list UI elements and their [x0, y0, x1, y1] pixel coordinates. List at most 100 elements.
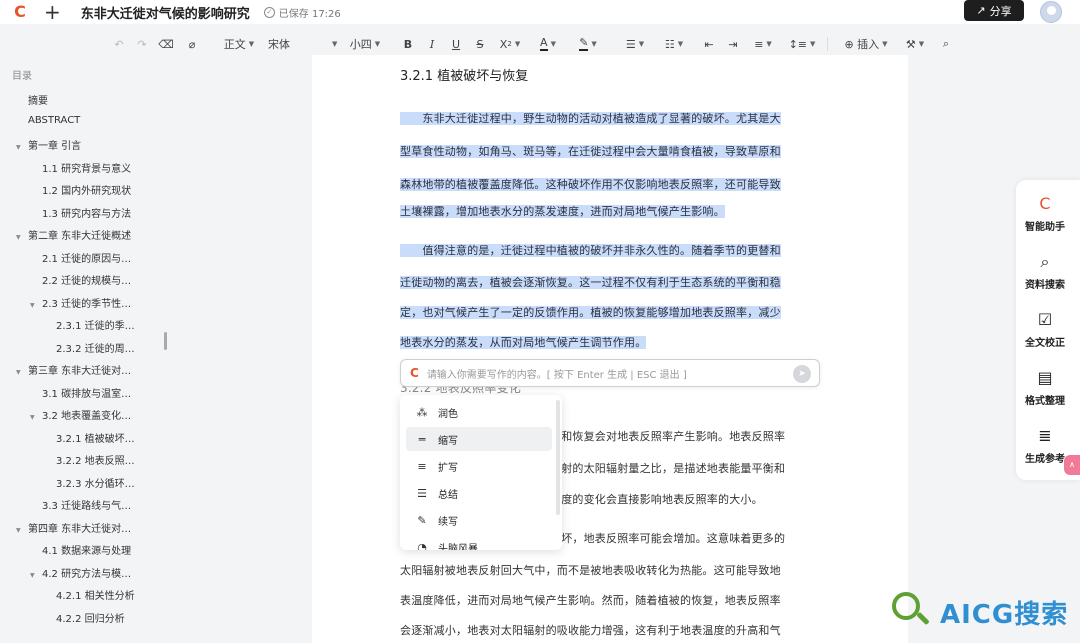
strikethrough-icon[interactable]: S — [473, 33, 487, 55]
undo-icon[interactable]: ↶ — [112, 33, 126, 55]
numbered-list-icon[interactable]: ☷ ▼ — [660, 33, 688, 55]
toolbar-divider — [827, 33, 828, 55]
chevron-down-icon: ▼ — [882, 40, 888, 48]
bold-icon[interactable]: B — [401, 33, 415, 55]
toc-item[interactable]: ▼ 第三章 东非大迁徙对… — [16, 362, 156, 380]
chevron-down-icon: ▼ — [591, 40, 597, 48]
section-heading: 3.2.1 植被破坏与恢复 — [400, 69, 529, 84]
assistant-tool-button[interactable]: C 智能助手 — [1016, 194, 1074, 233]
avatar[interactable] — [1040, 1, 1062, 23]
align-icon[interactable]: ≡ ▼ — [749, 33, 777, 55]
chevron-down-icon: ▼ — [677, 40, 684, 48]
toc-item[interactable]: 3.2.1 植被破坏… — [56, 430, 196, 448]
paragraph-line: 值得注意的是，迁徙过程中植被的破坏并非永久性的。随着季节的更替和 — [400, 244, 781, 257]
toc-item[interactable]: ▼ 第四章 东非大迁徙对… — [16, 520, 156, 538]
toc-item-label: 3.3 迁徙路线与气… — [42, 501, 132, 512]
share-button[interactable]: ↗ 分享 — [964, 0, 1024, 21]
ai-command-item[interactable]: ☰ 总结 — [406, 481, 552, 505]
chevron-down-icon[interactable]: ▼ — [30, 414, 38, 421]
toc-item[interactable]: 4.2.1 相关性分析 — [56, 587, 196, 605]
tools-icon[interactable]: ⚒ ▼ — [901, 33, 929, 55]
chevron-down-icon[interactable]: ▼ — [30, 572, 38, 579]
toc-item-label: 3.1 碳排放与温室… — [42, 388, 132, 400]
highlight-icon[interactable]: ✎ ▼ — [574, 33, 602, 55]
toc-item[interactable]: 1.2 国内外研究现状 — [42, 182, 182, 200]
toc-item[interactable]: ▼ 4.2 研究方法与模… — [30, 565, 170, 583]
font-color-icon[interactable]: A ▼ — [535, 33, 561, 55]
font-size-select[interactable]: 小四 ▼ — [344, 33, 386, 55]
toc-item[interactable]: 3.3 迁徙路线与气… — [42, 497, 182, 515]
toc-item-label: 4.2.2 回归分析 — [56, 613, 125, 625]
ai-command-item[interactable]: ◔ 头脑风暴 — [406, 535, 552, 551]
outdent-icon[interactable]: ⇤ — [702, 33, 716, 55]
bullet-list-icon[interactable]: ☰ ▼ — [622, 33, 648, 55]
toc-item-label: 第四章 东非大迁徙对… — [28, 523, 132, 535]
paragraph-line: 照度的变化会直接影响地表反照率的大小。 — [550, 493, 763, 506]
toc-item[interactable]: 4.1 数据来源与处理 — [42, 542, 182, 560]
find-replace-icon[interactable]: ⌕ — [938, 33, 954, 55]
paragraph-line: 会逐渐减小，地表对太阳辐射的吸收能力增强，这有利于地表温度的升高和气 — [400, 624, 781, 637]
toc-item-label: 2.2 迁徙的规模与… — [42, 276, 132, 287]
tool-icon: ≣ — [1038, 426, 1052, 445]
toc-item[interactable]: 4.2.2 回归分析 — [56, 610, 196, 628]
toc-item[interactable]: 3.2.3 水分循环… — [56, 475, 196, 493]
insert-menu-button[interactable]: ⊕ 插入 ▼ — [838, 33, 894, 55]
toc-item[interactable]: 2.2 迁徙的规模与… — [42, 272, 182, 290]
ai-writing-input[interactable]: C 请输入你需要写作的内容。[ 按下 Enter 生成 | ESC 退出 ] ➤ — [400, 359, 820, 387]
check-circle-icon: ✓ — [263, 6, 275, 18]
paragraph-line: 地表水分的蒸发，从而对局地气候产生调节作用。 — [400, 336, 647, 349]
chevron-down-icon[interactable]: ▼ — [16, 369, 24, 376]
document-page[interactable]: 3.2.1 植被破坏与恢复 东非大迁徙过程中，野生动物的活动对植被造成了显著的破… — [312, 55, 908, 643]
toc-item[interactable]: ▼ 2.3 迁徙的季节性… — [30, 295, 170, 313]
toc-item-label: 3.2.1 植被破坏… — [56, 433, 135, 445]
assistant-tool-button[interactable]: ☑ 全文校正 — [1016, 310, 1074, 349]
tool-label: 智能助手 — [1025, 222, 1065, 233]
assistant-tool-button[interactable]: ⌕ 资料搜索 — [1016, 252, 1074, 291]
ai-command-item[interactable]: ✎ 续写 — [406, 508, 552, 532]
send-icon[interactable]: ➤ — [793, 365, 811, 383]
share-icon: ↗ — [976, 4, 986, 17]
ai-command-item[interactable]: ⁂ 润色 — [406, 400, 552, 424]
ai-command-item[interactable]: ≡ 扩写 — [406, 454, 552, 478]
toc-item[interactable]: 3.1 碳排放与温室… — [42, 385, 182, 403]
document-title[interactable]: 东非大迁徙对气候的影响研究 — [81, 3, 250, 22]
menu-scrollbar[interactable] — [556, 400, 560, 515]
chevron-down-icon[interactable]: ▼ — [16, 527, 24, 534]
ai-command-item[interactable]: ═ 缩写 — [406, 427, 552, 451]
sidebar-resize-handle[interactable] — [164, 332, 167, 350]
assistant-tool-button[interactable]: ▤ 格式整理 — [1016, 368, 1074, 407]
toc-item[interactable]: ▼ 第二章 东非大迁徙概述 — [16, 227, 156, 245]
chevron-down-icon[interactable]: ▼ — [16, 234, 24, 241]
toc-item[interactable]: 1.3 研究内容与方法 — [42, 205, 182, 223]
underline-icon[interactable]: U — [449, 33, 463, 55]
app-logo-icon[interactable]: C — [12, 4, 28, 20]
chevron-down-icon[interactable]: ▼ — [30, 302, 38, 309]
toc-item[interactable]: 2.1 迁徙的原因与… — [42, 250, 182, 268]
line-height-icon[interactable]: ↕≡ ▼ — [788, 33, 816, 55]
insert-menu-label: 插入 — [857, 38, 880, 51]
chevron-down-icon[interactable]: ▼ — [16, 144, 24, 151]
new-tab-button[interactable]: + — [44, 2, 61, 22]
share-button-label: 分享 — [989, 4, 1012, 18]
toc-item[interactable]: ▼ 第一章 引言 — [16, 137, 156, 155]
toc-item[interactable]: 3.2.2 地表反照… — [56, 452, 196, 470]
paragraph-style-select[interactable]: 正文 ▼ — [216, 33, 262, 55]
toc-item-label: 2.3 迁徙的季节性… — [42, 298, 132, 310]
floating-helper-tab[interactable]: ∧ — [1064, 455, 1080, 475]
toc-item[interactable]: ABSTRACT — [28, 115, 168, 133]
font-family-select[interactable]: 宋体 ▼ — [268, 33, 340, 55]
redo-icon[interactable]: ↷ — [135, 33, 149, 55]
toc-item-label: 3.2 地表覆盖变化… — [42, 411, 132, 422]
toc-item[interactable]: 2.3.2 迁徙的周… — [56, 340, 196, 358]
toc-item[interactable]: ▼ 3.2 地表覆盖变化… — [30, 407, 170, 425]
ai-input-placeholder[interactable]: 请输入你需要写作的内容。[ 按下 Enter 生成 | ESC 退出 ] — [427, 366, 687, 381]
italic-icon[interactable]: I — [425, 33, 439, 55]
clear-format-icon[interactable]: ⌀ — [184, 33, 200, 55]
indent-icon[interactable]: ⇥ — [726, 33, 740, 55]
toc-item-label: 摘要 — [28, 96, 48, 107]
subscript-icon[interactable]: X 2 ▼ — [497, 33, 523, 55]
toc-item[interactable]: 2.3.1 迁徙的季… — [56, 317, 196, 335]
format-painter-icon[interactable]: ⌫ — [158, 33, 174, 55]
toc-item[interactable]: 摘要 — [28, 92, 168, 110]
toc-item[interactable]: 1.1 研究背景与意义 — [42, 160, 182, 178]
